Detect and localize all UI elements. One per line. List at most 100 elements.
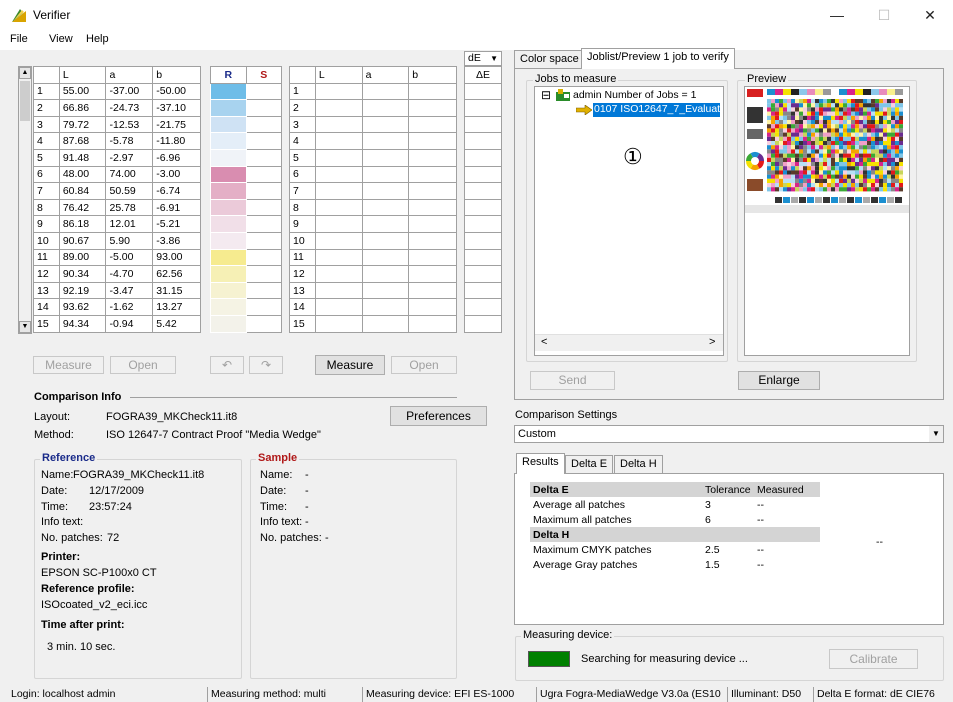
table-row[interactable]: 3 xyxy=(289,115,457,134)
b-value[interactable]: 93.00 xyxy=(152,248,201,267)
a-value[interactable]: -37.00 xyxy=(105,82,154,101)
jobs-horizontal-scrollbar[interactable]: < > xyxy=(535,334,723,351)
row-index[interactable]: 10 xyxy=(289,231,316,250)
a-value[interactable] xyxy=(361,148,410,167)
b-value[interactable] xyxy=(408,231,457,250)
a-value[interactable]: -1.62 xyxy=(105,298,154,316)
b-value[interactable]: -3.86 xyxy=(152,231,201,250)
a-value[interactable] xyxy=(361,248,410,267)
table-row[interactable]: 10 90.67 5.90 -3.86 xyxy=(33,231,201,250)
a-value[interactable] xyxy=(361,165,410,184)
l-value[interactable] xyxy=(314,231,363,250)
row-index[interactable]: 4 xyxy=(289,132,316,150)
preferences-button[interactable]: Preferences xyxy=(390,406,487,426)
menu-view[interactable]: View xyxy=(49,33,73,45)
l-value[interactable] xyxy=(314,132,363,150)
row-index[interactable]: 2 xyxy=(289,99,316,117)
l-value[interactable] xyxy=(314,198,363,217)
row-index[interactable]: 14 xyxy=(33,298,60,316)
a-value[interactable] xyxy=(361,198,410,217)
b-value[interactable] xyxy=(408,314,457,333)
row-index[interactable]: 15 xyxy=(289,314,316,333)
b-value[interactable]: -3.00 xyxy=(152,165,201,184)
l-value[interactable] xyxy=(314,99,363,117)
menu-help[interactable]: Help xyxy=(86,33,109,45)
b-value[interactable]: -37.10 xyxy=(152,99,201,117)
b-value[interactable] xyxy=(408,281,457,300)
table-row[interactable]: 11 89.00 -5.00 93.00 xyxy=(33,248,201,267)
l-value[interactable] xyxy=(314,215,363,233)
row-index[interactable]: 2 xyxy=(33,99,60,117)
l-value[interactable]: 87.68 xyxy=(58,132,107,150)
a-value[interactable] xyxy=(361,281,410,300)
table-row[interactable]: 1 55.00 -37.00 -50.00 xyxy=(33,82,201,101)
a-value[interactable]: -5.00 xyxy=(105,248,154,267)
collapse-toggle-icon[interactable]: ⊟ xyxy=(541,88,551,102)
a-value[interactable]: -12.53 xyxy=(105,115,154,134)
close-button[interactable]: ✕ xyxy=(907,0,953,30)
open-reference-button[interactable]: Open xyxy=(110,356,176,374)
scroll-down-arrow-icon[interactable]: ▼ xyxy=(19,321,31,333)
table-row[interactable]: 7 xyxy=(289,182,457,200)
l-value[interactable]: 90.67 xyxy=(58,231,107,250)
b-value[interactable] xyxy=(408,165,457,184)
l-value[interactable] xyxy=(314,298,363,316)
undo-button[interactable]: ↶ xyxy=(210,356,244,374)
l-value[interactable]: 94.34 xyxy=(58,314,107,333)
row-index[interactable]: 6 xyxy=(33,165,60,184)
scroll-right-icon[interactable]: > xyxy=(709,336,715,348)
table-row[interactable]: 11 xyxy=(289,248,457,267)
row-index[interactable]: 9 xyxy=(289,215,316,233)
b-value[interactable] xyxy=(408,182,457,200)
tab-delta-e[interactable]: Delta E xyxy=(565,455,614,474)
a-value[interactable]: 12.01 xyxy=(105,215,154,233)
table-row[interactable]: 14 xyxy=(289,298,457,316)
a-value[interactable]: -2.97 xyxy=(105,148,154,167)
l-value[interactable]: 55.00 xyxy=(58,82,107,101)
a-value[interactable] xyxy=(361,82,410,101)
measure-sample-button[interactable]: Measure xyxy=(315,355,385,375)
l-value[interactable] xyxy=(314,314,363,333)
table-row[interactable]: 12 xyxy=(289,265,457,283)
jobs-root-label[interactable]: admin Number of Jobs = 1 xyxy=(573,89,696,101)
row-index[interactable]: 7 xyxy=(289,182,316,200)
l-value[interactable] xyxy=(314,82,363,101)
table-row[interactable]: 9 86.18 12.01 -5.21 xyxy=(33,215,201,233)
a-value[interactable] xyxy=(361,298,410,316)
l-value[interactable]: 66.86 xyxy=(58,99,107,117)
table-row[interactable]: 13 92.19 -3.47 31.15 xyxy=(33,281,201,300)
row-index[interactable]: 7 xyxy=(33,182,60,200)
tab-joblist-preview[interactable]: Joblist/Preview 1 job to verify xyxy=(581,48,735,69)
row-index[interactable]: 13 xyxy=(33,281,60,300)
l-value[interactable] xyxy=(314,281,363,300)
a-value[interactable] xyxy=(361,115,410,134)
row-index[interactable]: 12 xyxy=(289,265,316,283)
a-value[interactable] xyxy=(361,265,410,283)
a-value[interactable] xyxy=(361,215,410,233)
a-value[interactable] xyxy=(361,182,410,200)
table-row[interactable]: 7 60.84 50.59 -6.74 xyxy=(33,182,201,200)
b-value[interactable] xyxy=(408,298,457,316)
row-index[interactable]: 9 xyxy=(33,215,60,233)
b-value[interactable]: 31.15 xyxy=(152,281,201,300)
row-index[interactable]: 1 xyxy=(33,82,60,101)
scroll-left-icon[interactable]: < xyxy=(541,336,547,348)
minimize-button[interactable]: — xyxy=(814,0,860,30)
table-row[interactable]: 6 xyxy=(289,165,457,184)
l-value[interactable]: 93.62 xyxy=(58,298,107,316)
b-value[interactable]: 13.27 xyxy=(152,298,201,316)
table-row[interactable]: 4 xyxy=(289,132,457,150)
table-row[interactable]: 15 xyxy=(289,314,457,333)
table-row[interactable]: 12 90.34 -4.70 62.56 xyxy=(33,265,201,283)
row-index[interactable]: 5 xyxy=(33,148,60,167)
b-value[interactable]: -50.00 xyxy=(152,82,201,101)
a-value[interactable]: 5.90 xyxy=(105,231,154,250)
open-sample-button[interactable]: Open xyxy=(391,356,457,374)
delta-e-format-dropdown[interactable]: dE ▼ xyxy=(464,51,502,66)
table-row[interactable]: 13 xyxy=(289,281,457,300)
table-row[interactable]: 4 87.68 -5.78 -11.80 xyxy=(33,132,201,150)
table-row[interactable]: 2 66.86 -24.73 -37.10 xyxy=(33,99,201,117)
row-index[interactable]: 13 xyxy=(289,281,316,300)
a-value[interactable] xyxy=(361,132,410,150)
l-value[interactable] xyxy=(314,248,363,267)
